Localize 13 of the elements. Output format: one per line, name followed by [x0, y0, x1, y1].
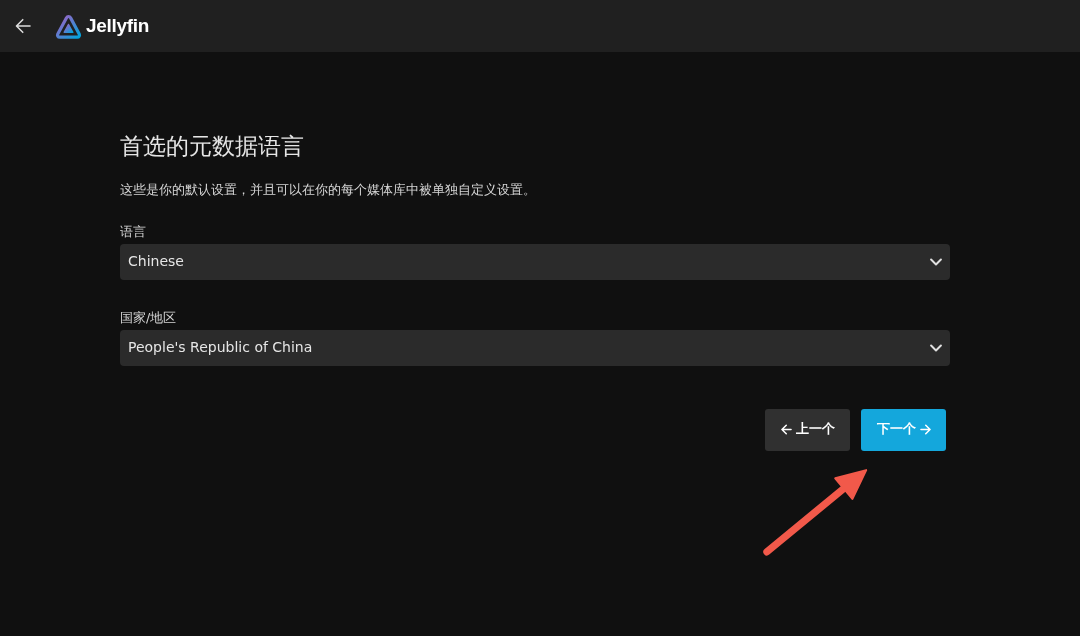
jellyfin-logo-icon — [55, 13, 82, 39]
arrow-right-icon[interactable] — [919, 424, 931, 436]
dropdown-field[interactable]: People's Republic of China — [120, 329, 950, 366]
chevron-down-icon[interactable] — [930, 257, 942, 266]
field-label: 语言 — [120, 222, 146, 241]
app-title: Jellyfin — [86, 13, 150, 38]
field-label: 国家/地区 — [120, 308, 177, 327]
dropdown-field[interactable]: Chinese — [120, 243, 950, 280]
chevron-down-icon[interactable] — [930, 343, 942, 352]
page-description: 这些是你的默认设置，并且可以在你的每个媒体库中被单独自定义设置。 — [120, 180, 537, 199]
previous-button[interactable]: 上一个 — [765, 408, 850, 451]
page-title: 首选的元数据语言 — [120, 132, 305, 161]
arrow-left-icon[interactable] — [780, 424, 792, 436]
